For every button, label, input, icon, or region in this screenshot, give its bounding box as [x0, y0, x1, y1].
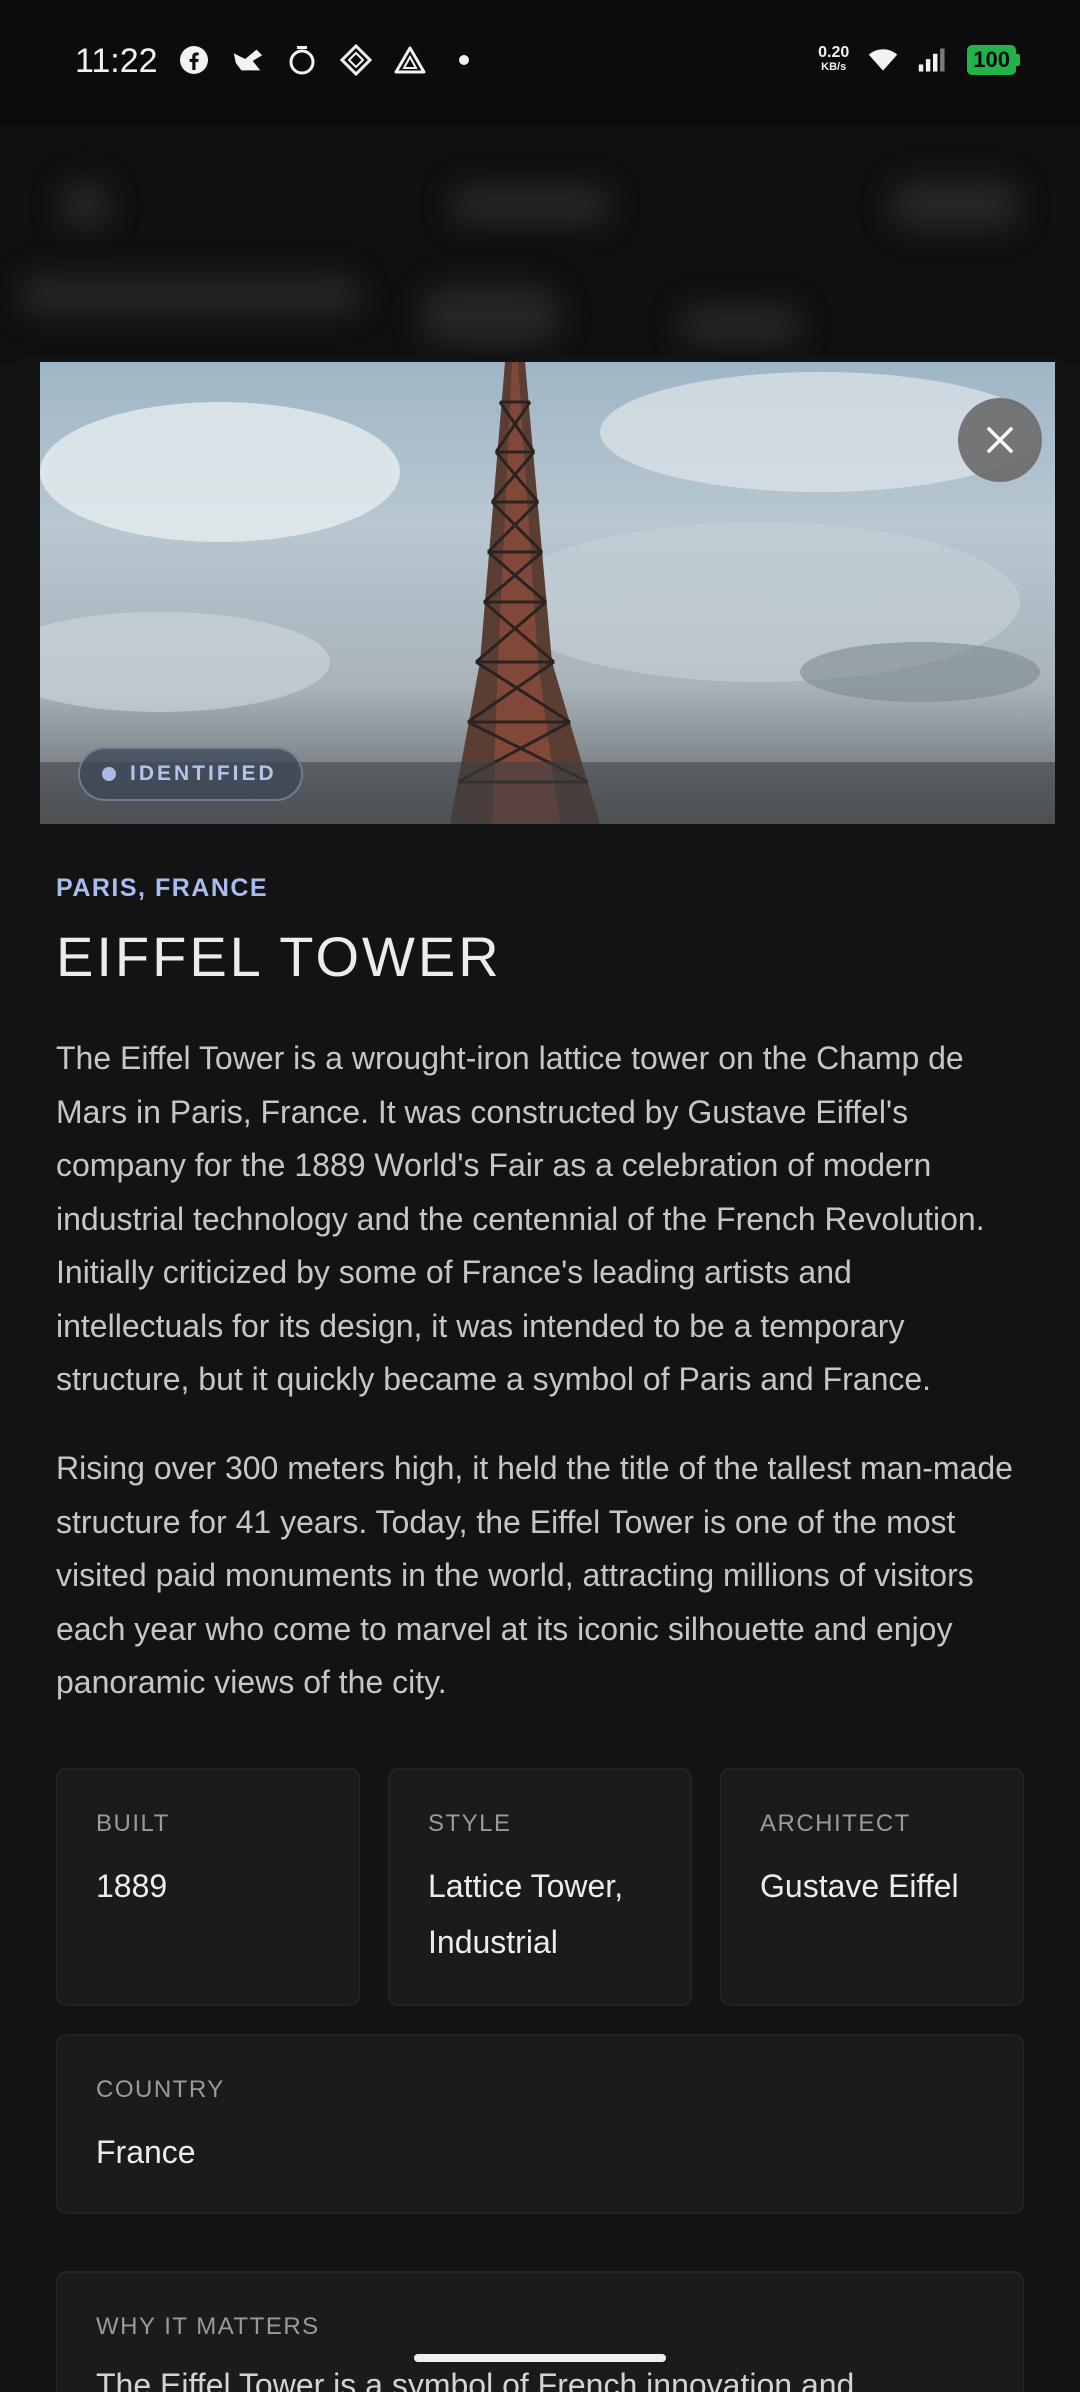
status-time: 11:22 [75, 42, 158, 80]
hero-image: IDENTIFIED [40, 362, 1055, 824]
blurred-chip [420, 285, 560, 345]
description-paragraph: Rising over 300 meters high, it held the… [56, 1450, 1013, 1700]
fact-label: STYLE [428, 1810, 512, 1837]
fact-label: ARCHITECT [760, 1810, 911, 1837]
bird-app-icon [232, 44, 264, 76]
fact-card-architect: ARCHITECT Gustave Eiffel [720, 1768, 1024, 2006]
battery-tip [1016, 54, 1020, 66]
battery-icon: 100 [967, 45, 1020, 75]
notification-icons [178, 44, 480, 76]
badge-dot-icon [102, 767, 116, 781]
why-label: WHY IT MATTERS [96, 2313, 320, 2340]
fact-label: BUILT [96, 1810, 170, 1837]
system-indicators: 0.20 KB/s 100 [818, 44, 1020, 76]
identified-badge: IDENTIFIED [78, 747, 303, 801]
blurred-title [450, 185, 610, 225]
status-bar: 11:22 0.20 KB/s 100 [0, 0, 1080, 125]
why-it-matters-card: WHY IT MATTERS The Eiffel Tower is a sym… [56, 2271, 1024, 2392]
wifi-icon [867, 44, 899, 76]
fact-label: COUNTRY [96, 2076, 225, 2103]
facebook-icon [178, 44, 210, 76]
landmark-detail-sheet: IDENTIFIED PARIS, FRANCE EIFFEL TOWER Th… [0, 356, 1080, 2392]
blurred-icon [60, 180, 110, 230]
fact-card-style: STYLE Lattice Tower, Industrial [388, 1768, 692, 2006]
why-text: The Eiffel Tower is a symbol of French i… [96, 2367, 855, 2392]
background-blurred-content [0, 125, 1080, 365]
fact-value: Lattice Tower, Industrial [428, 1868, 624, 1960]
diamond-app-icon [340, 44, 372, 76]
fact-card-built: BUILT 1889 [56, 1768, 360, 2006]
landmark-title: EIFFEL TOWER [56, 925, 502, 988]
blurred-button [890, 180, 1020, 230]
dot-icon [448, 44, 480, 76]
fact-value: Gustave Eiffel [760, 1868, 959, 1904]
close-icon [987, 427, 1013, 453]
blurred-chip [680, 305, 800, 345]
signal-icon [917, 44, 949, 76]
fact-value: France [96, 2134, 196, 2170]
description-paragraph: The Eiffel Tower is a wrought-iron latti… [56, 1040, 985, 1397]
timer-icon [286, 44, 318, 76]
blurred-chip [20, 275, 360, 315]
badge-label: IDENTIFIED [130, 762, 277, 785]
home-indicator[interactable] [414, 2354, 666, 2362]
close-button[interactable] [958, 398, 1042, 482]
battery-level: 100 [967, 45, 1016, 75]
triangle-app-icon [394, 44, 426, 76]
network-speed-unit: KB/s [821, 61, 847, 73]
network-speed-value: 0.20 [818, 44, 850, 61]
fact-card-country: COUNTRY France [56, 2034, 1024, 2214]
landmark-location: PARIS, FRANCE [56, 874, 269, 902]
fact-value: 1889 [96, 1868, 168, 1904]
network-speed: 0.20 KB/s [818, 44, 850, 74]
